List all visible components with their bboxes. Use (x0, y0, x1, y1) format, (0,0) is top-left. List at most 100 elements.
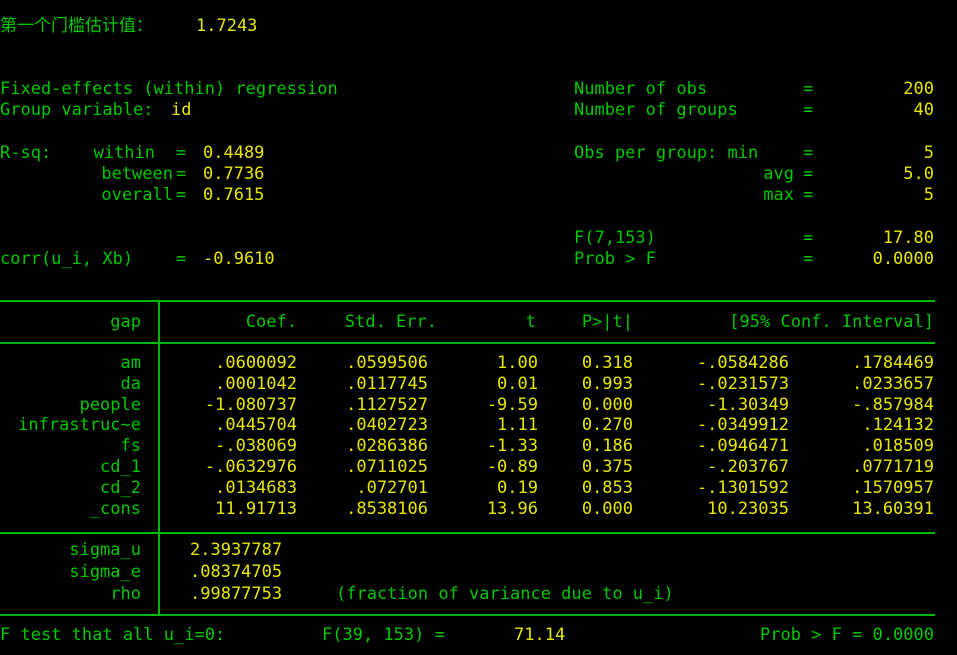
row-t: 13.96 (486, 499, 538, 519)
probf-label: Prob > F (574, 249, 656, 269)
header-conf-interval: [95% Conf. Interval] (729, 312, 934, 332)
probf-value: 0.0000 (872, 249, 934, 269)
row-coef: .0001042 (215, 374, 297, 394)
rho-value: .99877753 (190, 584, 283, 604)
row-t: -0.89 (486, 457, 538, 477)
min-eq: = (803, 143, 814, 163)
rho-label: rho (110, 584, 141, 604)
within-eq: = (176, 143, 187, 163)
sigma-u-value: 2.3937787 (190, 540, 283, 560)
row-pvalue: 0.853 (581, 478, 633, 498)
nobs-eq: = (803, 79, 814, 99)
row-stderr: .0711025 (346, 457, 428, 477)
row-ci-high: .018509 (862, 436, 934, 456)
min-value: 5 (923, 143, 934, 163)
row-ci-high: .0233657 (852, 374, 934, 394)
table-top-rule (0, 300, 935, 302)
row-variable: _cons (89, 499, 141, 519)
rsq-label: R-sq: (0, 143, 52, 163)
row-ci-high: .1784469 (852, 353, 934, 373)
row-stderr: .8538106 (346, 499, 428, 519)
row-variable: cd_2 (100, 478, 141, 498)
within-value: 0.4489 (203, 143, 265, 163)
row-coef: -1.080737 (204, 395, 297, 415)
row-coef: .0134683 (215, 478, 297, 498)
row-t: 1.11 (497, 415, 538, 435)
f-value: 17.80 (882, 228, 934, 248)
model-title: Fixed-effects (within) regression (0, 79, 338, 99)
f-label: F(7,153) (574, 228, 656, 248)
sigma-e-label: sigma_e (69, 562, 141, 582)
max-label: max (763, 185, 794, 205)
row-pvalue: 0.000 (581, 499, 633, 519)
row-ci-low: -.0946471 (696, 436, 789, 456)
row-pvalue: 0.186 (581, 436, 633, 456)
row-ci-low: -.203767 (707, 457, 789, 477)
row-t: 0.01 (497, 374, 538, 394)
header-t: t (525, 312, 536, 332)
nobs-value: 200 (903, 79, 934, 99)
between-label: between (101, 164, 173, 184)
header-gap: gap (110, 312, 141, 332)
row-coef: .0600092 (215, 353, 297, 373)
within-label: within (93, 143, 155, 163)
ngroups-label: Number of groups (574, 100, 738, 120)
sigma-u-label: sigma_u (69, 540, 141, 560)
row-t: 1.00 (497, 353, 538, 373)
ftest-stat-value: 71.14 (514, 625, 566, 645)
ftest-stat-label: F(39, 153) = (322, 625, 445, 645)
row-pvalue: 0.993 (581, 374, 633, 394)
threshold-label: 第一个门槛估计值： (0, 16, 153, 36)
row-stderr: .0599506 (346, 353, 428, 373)
overall-eq: = (176, 185, 187, 205)
ngroups-value: 40 (913, 100, 934, 120)
ngroups-eq: = (803, 100, 814, 120)
avg-eq: = (803, 164, 814, 184)
row-pvalue: 0.318 (581, 353, 633, 373)
row-t: -1.33 (486, 436, 538, 456)
row-variable: infrastruc~e (18, 415, 141, 435)
row-stderr: .1127527 (346, 395, 428, 415)
probf-eq: = (803, 249, 814, 269)
row-ci-low: -.1301592 (696, 478, 789, 498)
max-eq: = (803, 185, 814, 205)
row-variable: am (120, 353, 141, 373)
row-variable: da (120, 374, 141, 394)
avg-label: avg (763, 164, 794, 184)
table-body-rule (0, 532, 935, 534)
row-ci-high: 13.60391 (852, 499, 934, 519)
ftest-label: F test that all u_i=0: (0, 625, 226, 645)
row-pvalue: 0.375 (581, 457, 633, 477)
table-header-rule (0, 342, 935, 344)
obs-per-group-label: Obs per group: min (574, 143, 759, 163)
avg-value: 5.0 (903, 164, 934, 184)
header-pvalue: P>|t| (581, 312, 633, 332)
ftest-prob: Prob > F = 0.0000 (760, 625, 934, 645)
row-variable: cd_1 (100, 457, 141, 477)
nobs-label: Number of obs (574, 79, 708, 99)
sigma-e-value: .08374705 (190, 562, 283, 582)
row-ci-low: 10.23035 (707, 499, 789, 519)
group-variable-value: id (171, 100, 192, 120)
row-coef: -.038069 (215, 436, 297, 456)
row-ci-high: -.857984 (852, 395, 934, 415)
row-stderr: .0286386 (346, 436, 428, 456)
rho-note: (fraction of variance due to u_i) (336, 584, 674, 604)
row-ci-low: -.0584286 (696, 353, 789, 373)
corr-eq: = (176, 249, 187, 269)
row-coef: -.0632976 (204, 457, 297, 477)
row-stderr: .0117745 (346, 374, 428, 394)
table-column-divider (158, 300, 160, 616)
row-pvalue: 0.000 (581, 395, 633, 415)
threshold-value: 1.7243 (196, 16, 258, 36)
group-variable-label: Group variable: (0, 100, 154, 120)
row-t: -9.59 (486, 395, 538, 415)
row-ci-high: .1570957 (852, 478, 934, 498)
row-variable: fs (120, 436, 141, 456)
header-coef: Coef. (245, 312, 297, 332)
row-pvalue: 0.270 (581, 415, 633, 435)
row-stderr: .0402723 (346, 415, 428, 435)
overall-value: 0.7615 (203, 185, 265, 205)
header-stderr: Std. Err. (344, 312, 437, 332)
f-eq: = (803, 228, 814, 248)
